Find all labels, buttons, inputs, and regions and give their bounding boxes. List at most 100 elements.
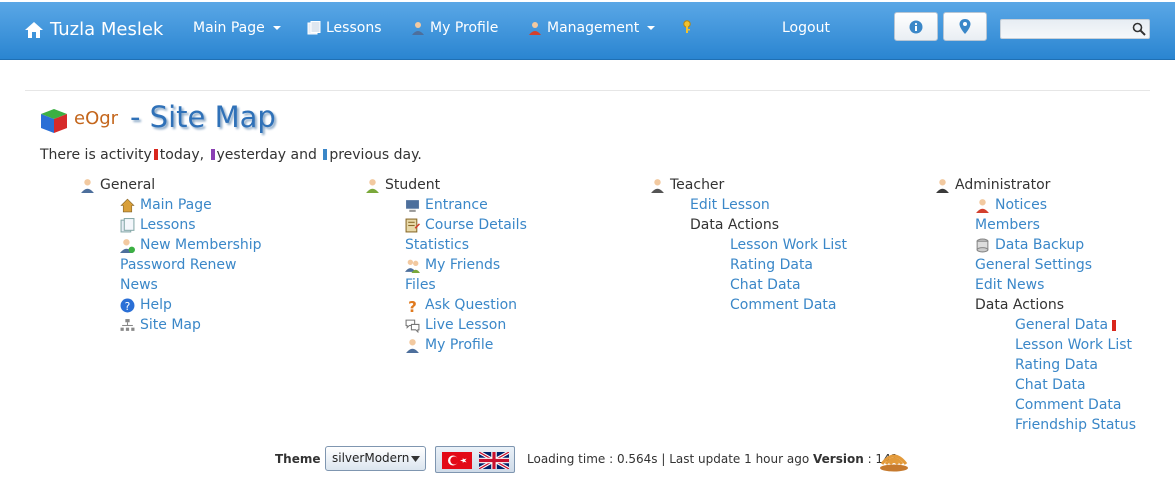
- sitemap-teacher-lesson-work-list-label: Lesson Work List: [730, 237, 848, 253]
- turkish-flag-icon[interactable]: [442, 452, 472, 469]
- info-icon: [909, 20, 923, 33]
- sitemap-student-my-friends[interactable]: My Friends: [405, 256, 500, 274]
- rss-feed-icon[interactable]: [878, 446, 910, 472]
- nav-lessons-label: Lessons: [326, 20, 382, 36]
- brand-link[interactable]: Tuzla Meslek: [24, 19, 163, 40]
- activity-prefix: There is activity: [40, 147, 152, 163]
- sitemap-student-live-lesson-label: Live Lesson: [425, 317, 507, 333]
- sitemap-student-entrance[interactable]: Entrance: [405, 196, 488, 214]
- user-icon: [81, 178, 94, 193]
- sitemap-student-live-lesson[interactable]: Live Lesson: [405, 316, 506, 334]
- user-icon: [406, 338, 419, 353]
- sitemap-admin-rating-data[interactable]: Rating Data: [1015, 356, 1098, 374]
- sitemap-admin-members[interactable]: Members: [975, 216, 1040, 234]
- edit-icon: [405, 218, 420, 232]
- activity-today-icon: [1112, 319, 1117, 331]
- sitemap-student-my-friends-label: My Friends: [425, 257, 501, 273]
- theme-select[interactable]: silverModern: [325, 446, 426, 471]
- uk-flag-icon[interactable]: [479, 452, 509, 469]
- sitemap-student-course-details[interactable]: Course Details: [405, 216, 527, 234]
- nav-lessons[interactable]: Lessons: [307, 20, 382, 36]
- sitemap-general-main-page[interactable]: Main Page: [120, 196, 212, 214]
- home-icon: [120, 198, 135, 212]
- teacher-data-actions-label: Data Actions: [690, 217, 780, 233]
- theme-select-value: silverModern: [332, 451, 410, 465]
- sitemap-general-new-membership-label: New Membership: [140, 237, 262, 253]
- info-button[interactable]: [894, 12, 938, 41]
- sitemap-admin-notices[interactable]: Notices: [975, 196, 1047, 214]
- sitemap-general-help[interactable]: ? Help: [120, 296, 172, 314]
- logout-label: Logout: [782, 20, 830, 36]
- sitemap-teacher-rating-data[interactable]: Rating Data: [730, 256, 813, 274]
- sitemap-admin-members-label: Members: [975, 217, 1040, 233]
- sitemap-teacher-rating-data-label: Rating Data: [730, 257, 814, 273]
- sitemap-admin-general-data[interactable]: General Data: [1015, 316, 1118, 334]
- sitemap-teacher-chat-data-label: Chat Data: [730, 277, 801, 293]
- sitemap-admin-lesson-work-list[interactable]: Lesson Work List: [1015, 336, 1132, 354]
- activity-previous-icon: [323, 149, 328, 160]
- sitemap-general-help-label: Help: [140, 297, 172, 313]
- sitemap-student-ask-question[interactable]: ? Ask Question: [405, 296, 517, 314]
- search-input[interactable]: [1000, 19, 1150, 39]
- sitemap-general-news-label: News: [120, 277, 158, 293]
- student-icon: [366, 178, 379, 193]
- sitemap-student-my-profile-label: My Profile: [425, 337, 494, 353]
- sitemap-admin-general-settings[interactable]: General Settings: [975, 256, 1092, 274]
- nav-management-label: Management: [547, 20, 640, 36]
- nav-key[interactable]: [680, 20, 694, 34]
- home-icon: [25, 21, 43, 38]
- add-user-icon: [120, 238, 135, 253]
- sitemap-general-lessons[interactable]: Lessons: [120, 216, 196, 234]
- version-label: Version: [813, 452, 864, 466]
- sitemap-admin-general-data-label: General Data: [1015, 317, 1109, 333]
- sitemap-admin-comment-data[interactable]: Comment Data: [1015, 396, 1121, 414]
- sitemap-student-files[interactable]: Files: [405, 276, 436, 294]
- sitemap-admin-general-settings-label: General Settings: [975, 257, 1093, 273]
- sitemap-student-files-label: Files: [405, 277, 436, 293]
- loading-time: Loading time : 0.564s | Last update 1 ho…: [527, 452, 810, 466]
- sitemap-general-new-membership[interactable]: New Membership: [120, 236, 262, 254]
- lessons-icon: [307, 21, 321, 35]
- sitemap-general-site-map-label: Site Map: [140, 317, 201, 333]
- admin-data-actions-heading: Data Actions: [975, 296, 1064, 314]
- sitemap-teacher-comment-data[interactable]: Comment Data: [730, 296, 836, 314]
- logout-link[interactable]: Logout: [782, 20, 830, 36]
- sitemap-general-main-page-label: Main Page: [140, 197, 212, 213]
- location-button[interactable]: [943, 12, 987, 41]
- nav-my-profile-label: My Profile: [430, 20, 499, 36]
- logo-text: eOgr: [74, 108, 119, 129]
- sitemap-general-lessons-label: Lessons: [140, 217, 196, 233]
- sitemap-teacher-chat-data[interactable]: Chat Data: [730, 276, 801, 294]
- sitemap-admin-chat-data[interactable]: Chat Data: [1015, 376, 1086, 394]
- database-icon: [976, 238, 989, 252]
- footer: Theme : silverModern Loading time : 0.56…: [0, 446, 1175, 476]
- activity-previous: previous day.: [329, 147, 422, 163]
- monitor-icon: [406, 199, 419, 212]
- sitemap-student-statistics[interactable]: Statistics: [405, 236, 469, 254]
- nav-main-page[interactable]: Main Page: [193, 20, 281, 36]
- sitemap-general-password-renew[interactable]: Password Renew: [120, 256, 237, 274]
- sitemap-teacher-edit-lesson[interactable]: Edit Lesson: [690, 196, 770, 214]
- sitemap-admin-edit-news[interactable]: Edit News: [975, 276, 1044, 294]
- sitemap-admin-chat-data-label: Chat Data: [1015, 377, 1086, 393]
- sitemap-admin-lesson-work-list-label: Lesson Work List: [1015, 337, 1133, 353]
- sitemap-general-site-map[interactable]: Site Map: [120, 316, 201, 334]
- nav-management[interactable]: Management: [528, 20, 656, 36]
- friends-icon: [405, 259, 420, 273]
- user-icon: [412, 22, 424, 35]
- sitemap-general-news[interactable]: News: [120, 276, 158, 294]
- chat-icon: [405, 319, 420, 333]
- sitemap-admin-data-backup[interactable]: Data Backup: [975, 236, 1084, 254]
- nav-my-profile[interactable]: My Profile: [411, 20, 498, 36]
- sitemap-student-my-profile[interactable]: My Profile: [405, 336, 493, 354]
- navbar: Tuzla Meslek Main Page Lessons My Profil…: [0, 2, 1175, 60]
- question-icon: ?: [408, 298, 417, 313]
- sitemap-student-entrance-label: Entrance: [425, 197, 488, 213]
- admin-user-icon: [976, 198, 989, 213]
- sitemap-admin-friendship-status[interactable]: Friendship Status: [1015, 416, 1136, 434]
- nav-main-page-label: Main Page: [193, 20, 265, 36]
- general-heading-label: General: [100, 177, 156, 193]
- divider: [25, 90, 1150, 91]
- student-heading: Student: [365, 176, 440, 194]
- sitemap-teacher-lesson-work-list[interactable]: Lesson Work List: [730, 236, 847, 254]
